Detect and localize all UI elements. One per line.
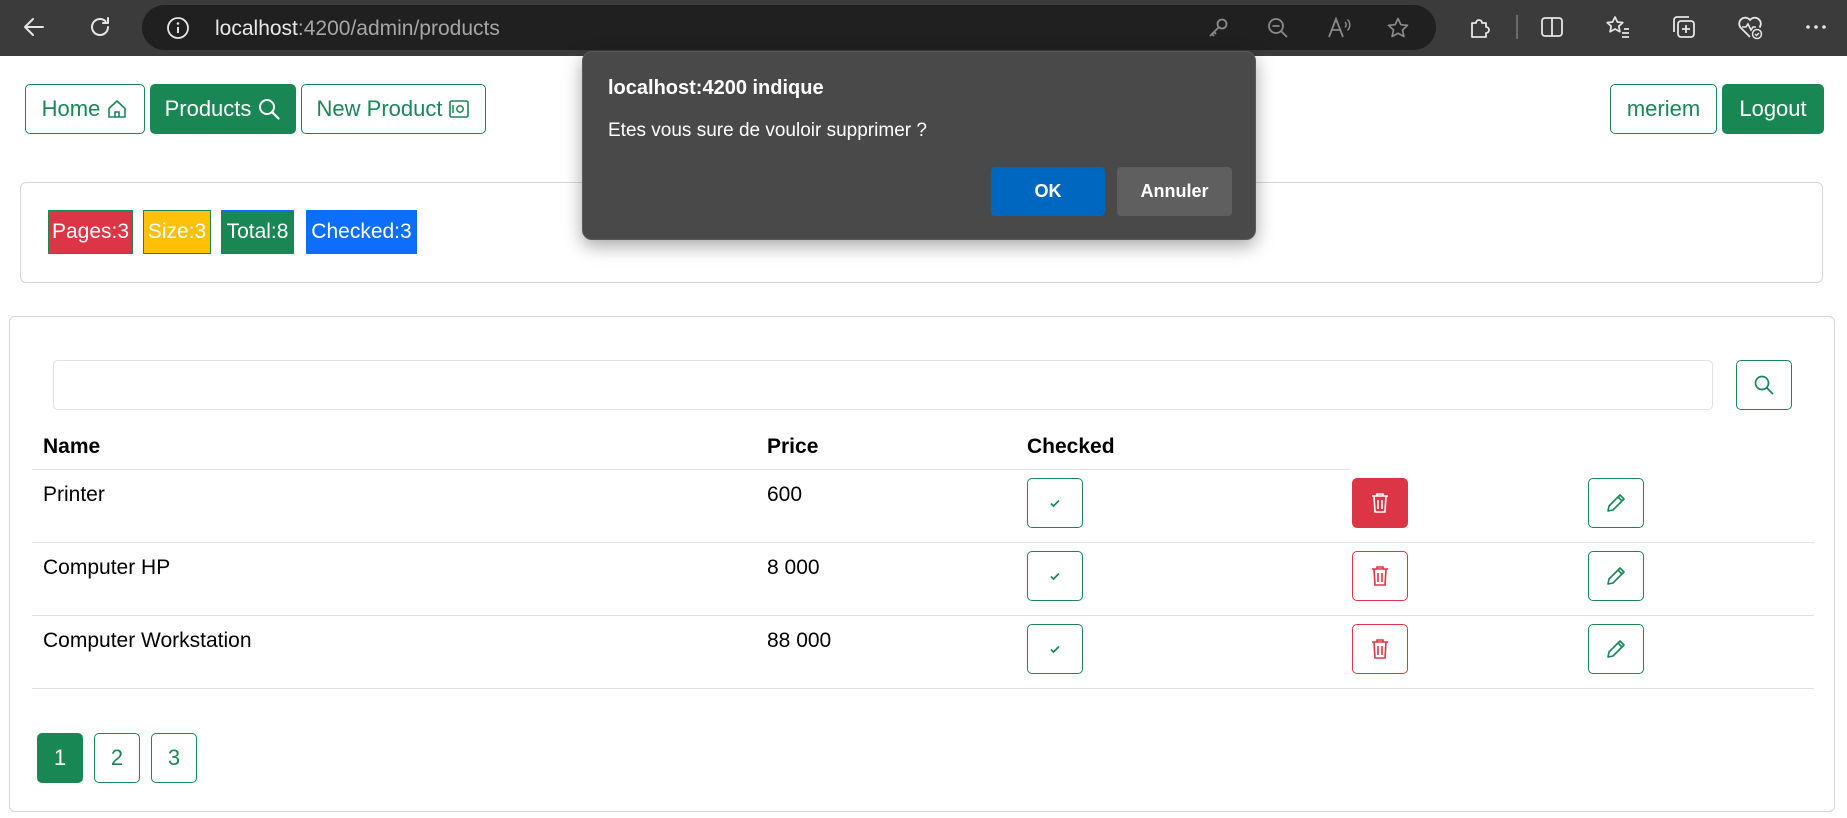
column-header-price: Price: [767, 435, 819, 458]
check-button[interactable]: [1027, 551, 1083, 601]
check-button[interactable]: [1027, 478, 1083, 528]
header-divider: [32, 469, 1350, 470]
site-info-icon[interactable]: [166, 16, 190, 45]
total-badge: Total:8: [221, 210, 294, 254]
search-icon: [1754, 375, 1774, 395]
row-price: 8 000: [767, 556, 820, 579]
row-divider: [32, 615, 1814, 616]
row-name: Computer Workstation: [43, 629, 252, 652]
edit-button[interactable]: [1588, 478, 1644, 528]
safe-icon: [449, 100, 470, 118]
split-screen-icon[interactable]: [1538, 13, 1566, 41]
dialog-message: Etes vous sure de vouloir supprimer ?: [608, 120, 927, 141]
edit-button[interactable]: [1588, 624, 1644, 674]
zoom-out-icon[interactable]: [1266, 16, 1290, 40]
favorite-star-icon[interactable]: [1386, 16, 1410, 40]
new-product-button[interactable]: New Product: [301, 84, 486, 134]
back-icon[interactable]: [16, 9, 52, 45]
trash-icon: [1372, 566, 1388, 586]
row-divider: [32, 688, 1814, 689]
read-aloud-icon[interactable]: [1326, 16, 1351, 40]
check-icon: [1050, 499, 1060, 508]
row-name: Printer: [43, 483, 105, 506]
trash-icon: [1372, 639, 1388, 659]
search-button[interactable]: [1736, 360, 1792, 410]
browser-essentials-icon[interactable]: [1736, 13, 1764, 41]
delete-button[interactable]: [1352, 478, 1408, 528]
logout-button[interactable]: Logout: [1722, 84, 1824, 134]
page-button-3[interactable]: 3: [151, 733, 197, 783]
column-header-name: Name: [43, 435, 101, 458]
column-header-checked: Checked: [1027, 435, 1115, 458]
logout-label: Logout: [1739, 96, 1807, 121]
check-icon: [1050, 572, 1060, 581]
favorites-icon[interactable]: [1604, 13, 1632, 41]
address-bar[interactable]: localhost:4200/admin/products: [142, 5, 1436, 50]
toolbar-divider: [1516, 15, 1518, 39]
more-menu-icon[interactable]: [1802, 13, 1830, 41]
checked-badge: Checked:3: [306, 210, 417, 254]
confirm-dialog: localhost:4200 indique Etes vous sure de…: [582, 51, 1256, 240]
check-button[interactable]: [1027, 624, 1083, 674]
cancel-button[interactable]: Annuler: [1117, 167, 1232, 216]
collections-icon[interactable]: [1670, 13, 1698, 41]
delete-button[interactable]: [1352, 624, 1408, 674]
search-input[interactable]: [53, 360, 1713, 410]
url-text: localhost:4200/admin/products: [215, 17, 500, 40]
dialog-title: localhost:4200 indique: [608, 77, 824, 99]
key-icon[interactable]: [1206, 16, 1230, 40]
user-button[interactable]: meriem: [1610, 84, 1717, 134]
search-icon: [259, 99, 281, 120]
user-label: meriem: [1626, 96, 1701, 121]
pencil-icon: [1607, 640, 1625, 658]
row-price: 88 000: [767, 629, 832, 652]
refresh-icon[interactable]: [82, 9, 118, 45]
house-icon: [108, 100, 127, 118]
pencil-icon: [1607, 494, 1625, 512]
ok-button[interactable]: OK: [991, 167, 1105, 216]
trash-icon: [1372, 493, 1388, 513]
page-button-2[interactable]: 2: [94, 733, 140, 783]
row-name: Computer HP: [43, 556, 171, 579]
products-card: Name Price Checked Printer 600 Computer …: [9, 316, 1835, 812]
size-badge: Size:3: [143, 210, 211, 254]
delete-button[interactable]: [1352, 551, 1408, 601]
edit-button[interactable]: [1588, 551, 1644, 601]
check-icon: [1050, 645, 1060, 654]
row-divider: [32, 542, 1814, 543]
new-product-label: New Product: [316, 96, 443, 121]
home-button[interactable]: Home: [25, 84, 145, 134]
home-label: Home: [41, 96, 101, 121]
products-button[interactable]: Products: [150, 84, 296, 134]
products-label: Products: [164, 96, 252, 121]
row-price: 600: [767, 483, 803, 506]
pencil-icon: [1607, 567, 1625, 585]
page-button-1[interactable]: 1: [37, 733, 83, 783]
browser-toolbar: localhost:4200/admin/products: [0, 0, 1847, 56]
extensions-icon[interactable]: [1466, 13, 1494, 41]
pages-badge: Pages:3: [48, 210, 133, 254]
